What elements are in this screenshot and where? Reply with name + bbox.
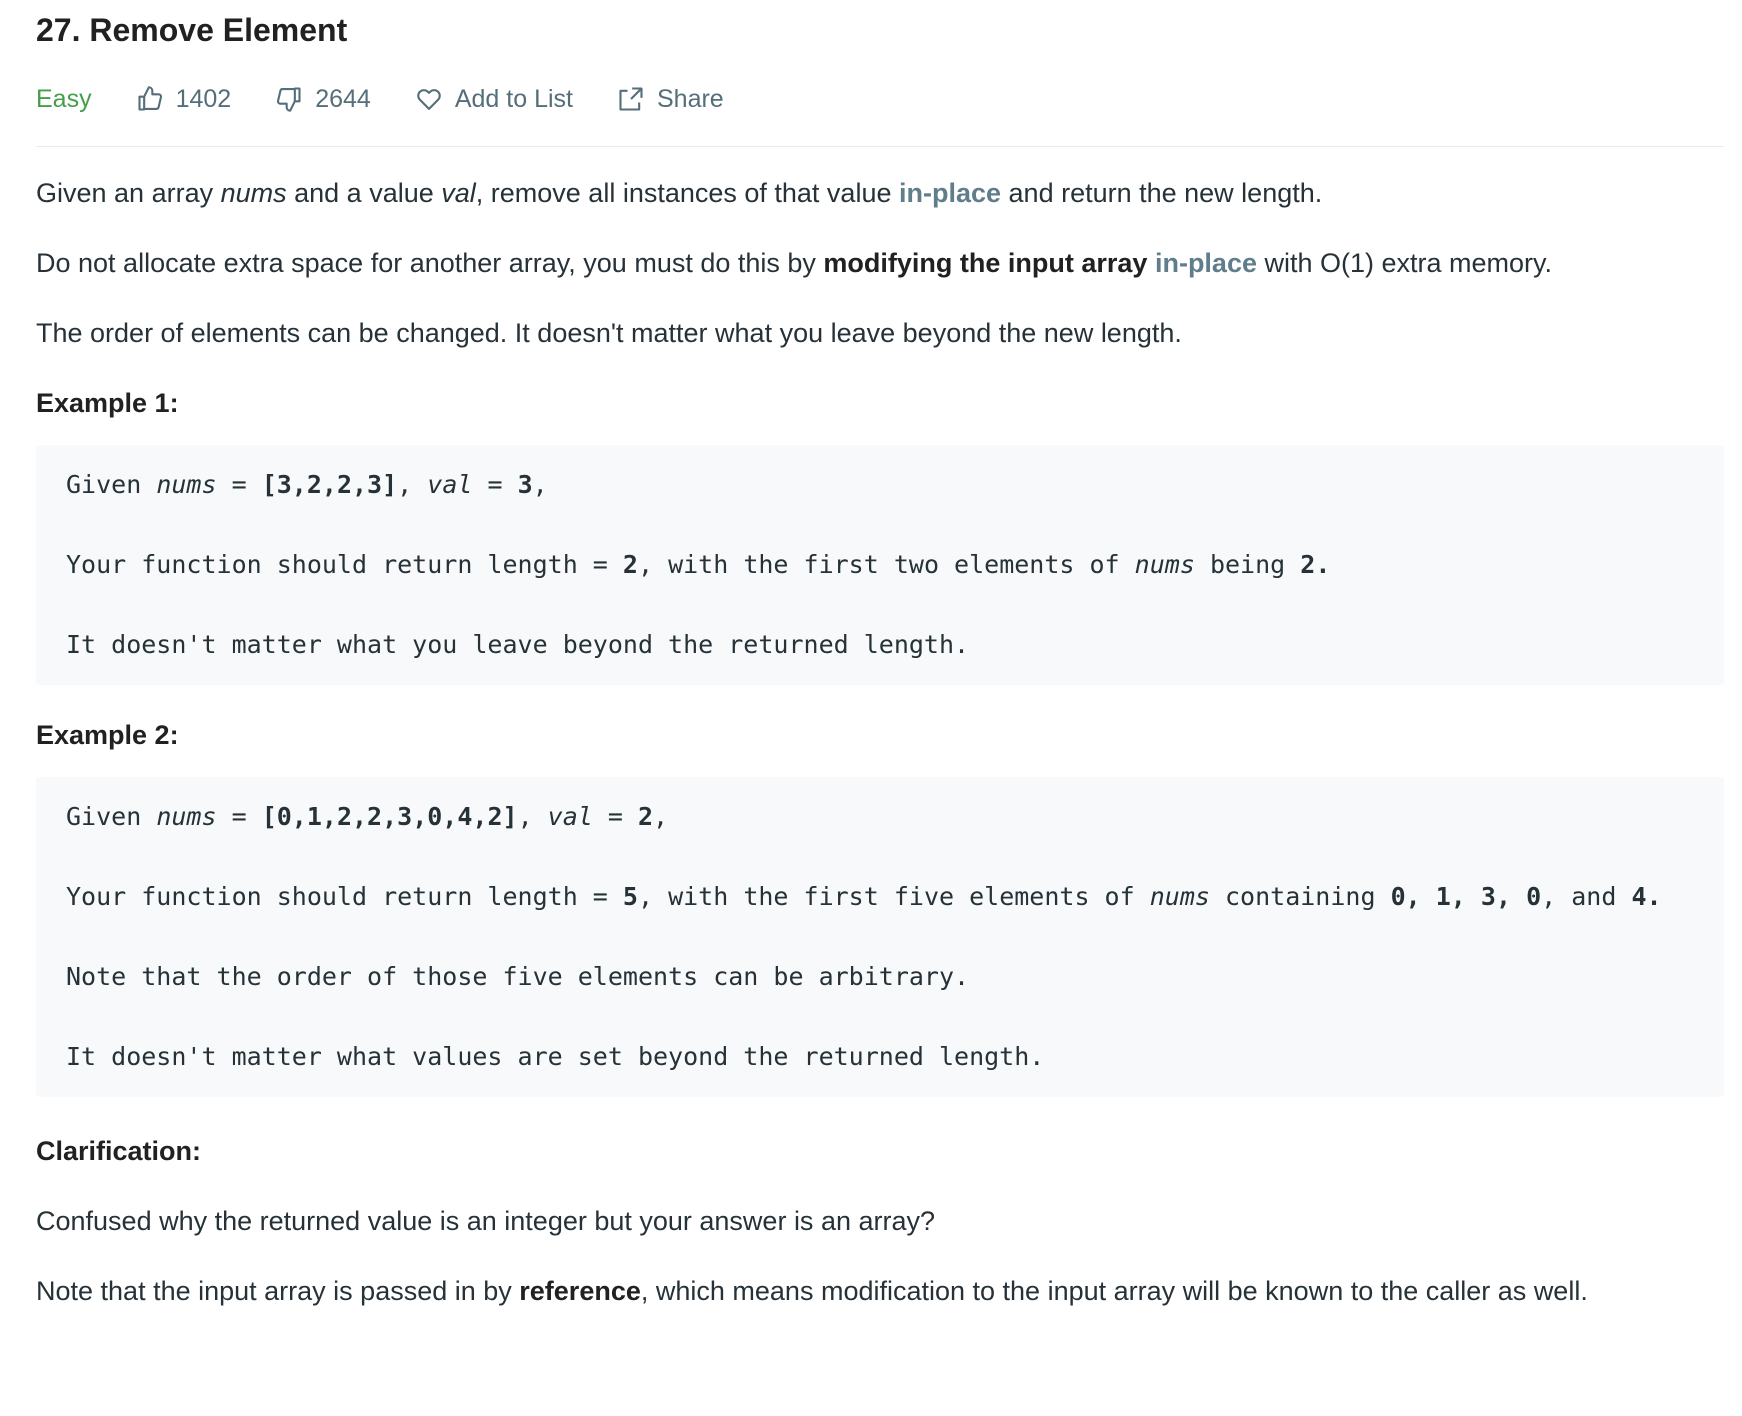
array-value: [0,1,2,2,3,0,4,2] xyxy=(261,802,518,831)
val-value: 3 xyxy=(517,470,533,499)
emphasis-text: modifying the input array xyxy=(823,248,1148,278)
text: containing xyxy=(1209,882,1391,911)
problem-description: Given an array nums and a value val, rem… xyxy=(36,173,1724,1311)
text: , with the first five elements of xyxy=(637,882,1150,911)
text xyxy=(1147,248,1155,278)
text: Note that the input array is passed in b… xyxy=(36,1276,520,1306)
val-term: val xyxy=(547,802,593,831)
dislike-count: 2644 xyxy=(315,84,371,113)
text: Given xyxy=(66,802,157,831)
share-icon xyxy=(619,87,643,111)
code-line: Your function should return length = 5, … xyxy=(66,877,1694,917)
clarification-paragraph: Confused why the returned value is an in… xyxy=(36,1206,936,1236)
share-button[interactable]: Share xyxy=(617,85,724,114)
text: , remove all instances of that value xyxy=(475,178,899,208)
example-2-code-block: Given nums = [0,1,2,2,3,0,4,2], val = 2,… xyxy=(36,777,1724,1097)
element-value: 1 xyxy=(1435,882,1451,911)
text: . xyxy=(1646,882,1662,911)
nums-term: nums xyxy=(220,178,287,208)
text: , xyxy=(1450,882,1481,911)
text: = xyxy=(216,802,262,831)
text: Do not allocate extra space for another … xyxy=(36,248,824,278)
text: = xyxy=(592,802,638,831)
text: Your function should return length = xyxy=(66,882,623,911)
description-paragraph: Given an array nums and a value val, rem… xyxy=(36,173,1658,213)
text: , xyxy=(532,470,548,499)
in-place-link[interactable]: in-place xyxy=(899,178,1001,208)
element-value: 4 xyxy=(1631,882,1647,911)
text: , which means modification to the input … xyxy=(640,1276,1588,1306)
thumbs-down-icon xyxy=(277,87,301,112)
element-value: 3 xyxy=(1480,882,1496,911)
code-line: Your function should return length = 2, … xyxy=(66,545,1694,585)
text: . xyxy=(1315,550,1331,579)
length-value: 2 xyxy=(622,550,638,579)
example-1-title: Example 1: xyxy=(36,388,179,418)
example-2-title: Example 2: xyxy=(36,720,179,750)
problem-page: 27. Remove Element Easy 1402 2644 Add to… xyxy=(0,0,1724,1311)
add-to-list-button[interactable]: Add to List xyxy=(415,85,573,114)
share-label: Share xyxy=(656,84,724,113)
text: and return the new length. xyxy=(1001,178,1323,208)
problem-meta-bar: Easy 1402 2644 Add to List Share xyxy=(36,74,1724,147)
text: , and xyxy=(1541,882,1632,911)
nums-term: nums xyxy=(1149,882,1210,911)
element-value: 0 xyxy=(1390,882,1406,911)
nums-term: nums xyxy=(1134,550,1195,579)
text: , xyxy=(1495,882,1527,911)
text: , xyxy=(397,470,428,499)
clarification-title: Clarification: xyxy=(36,1136,202,1166)
in-place-link[interactable]: in-place xyxy=(1155,248,1257,278)
like-count: 1402 xyxy=(175,84,232,113)
code-line: It doesn't matter what you leave beyond … xyxy=(66,630,970,659)
text: , xyxy=(517,802,548,831)
text: , xyxy=(1405,882,1436,911)
text: = xyxy=(216,470,262,499)
example-1-code-block: Given nums = [3,2,2,3], val = 3, Your fu… xyxy=(36,445,1724,685)
element-value: 2 xyxy=(1300,550,1316,579)
code-line: It doesn't matter what values are set be… xyxy=(66,1042,1045,1071)
heart-icon xyxy=(417,89,441,110)
val-term: val xyxy=(427,470,473,499)
description-paragraph: The order of elements can be changed. It… xyxy=(36,318,1182,348)
text: , xyxy=(653,802,669,831)
nums-term: nums xyxy=(156,470,217,499)
array-value: [3,2,2,3] xyxy=(261,470,398,499)
element-value: 0 xyxy=(1526,882,1542,911)
dislike-button[interactable]: 2644 xyxy=(275,85,371,114)
difficulty-badge: Easy xyxy=(36,84,92,113)
description-paragraph: Do not allocate extra space for another … xyxy=(36,243,1658,283)
val-value: 2 xyxy=(637,802,654,831)
text: with O(1) extra memory. xyxy=(1256,248,1553,278)
text: = xyxy=(472,470,518,499)
code-line: Given nums = [3,2,2,3], val = 3, xyxy=(66,465,1694,505)
emphasis-text: reference xyxy=(519,1276,641,1306)
length-value: 5 xyxy=(622,882,638,911)
text: Given an array xyxy=(36,178,221,208)
text: Given xyxy=(66,470,157,499)
add-to-list-label: Add to List xyxy=(454,84,573,113)
clarification-paragraph: Note that the input array is passed in b… xyxy=(36,1271,1658,1311)
code-line: Given nums = [0,1,2,2,3,0,4,2], val = 2, xyxy=(66,797,1694,837)
thumbs-up-icon xyxy=(138,86,162,111)
text: , with the first two elements of xyxy=(637,550,1135,579)
like-button[interactable]: 1402 xyxy=(136,84,232,114)
text: being xyxy=(1194,550,1301,579)
text: Your function should return length = xyxy=(66,550,623,579)
nums-term: nums xyxy=(156,802,217,831)
page-title: 27. Remove Element xyxy=(36,12,348,48)
text: and a value xyxy=(286,178,442,208)
code-line: Note that the order of those five elemen… xyxy=(66,962,970,991)
val-term: val xyxy=(441,178,476,208)
